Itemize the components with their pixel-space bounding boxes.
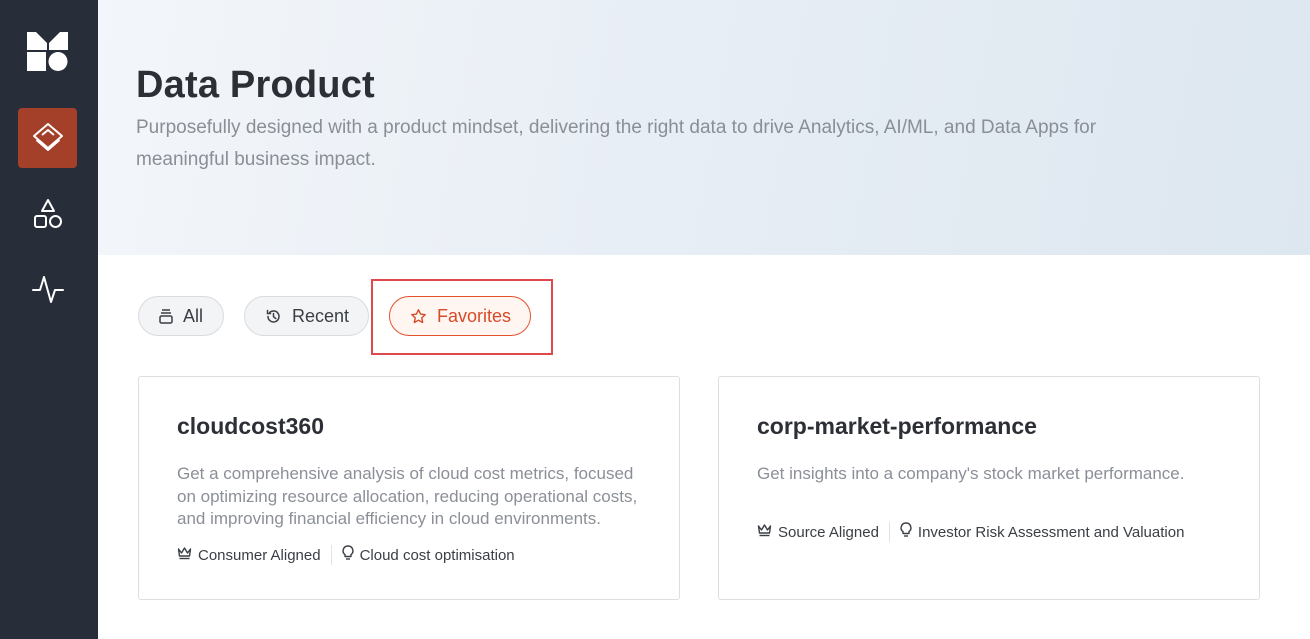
sidebar-item-observability[interactable] bbox=[18, 259, 77, 319]
tag-divider bbox=[330, 545, 332, 565]
history-icon bbox=[265, 308, 282, 325]
alignment-tag: Consumer Aligned bbox=[177, 546, 321, 564]
page-subtitle: Purposefully designed with a product min… bbox=[136, 117, 1097, 170]
alignment-tag: Source Aligned bbox=[757, 523, 879, 541]
favorites-highlight-box bbox=[371, 279, 553, 355]
sidebar-item-data-products[interactable] bbox=[18, 108, 77, 168]
product-card[interactable]: corp-market-performance Get insights int… bbox=[718, 376, 1260, 600]
product-name: cloudcost360 bbox=[177, 413, 324, 439]
page-header: Data Product Purposefully designed with … bbox=[98, 0, 1310, 255]
sidebar bbox=[0, 0, 98, 639]
lightbulb-icon bbox=[900, 522, 912, 542]
filter-all-label: All bbox=[183, 305, 204, 326]
page-title: Data Product bbox=[136, 64, 375, 106]
tag-divider bbox=[888, 522, 890, 542]
product-card[interactable]: cloudcost360 Get a comprehensive analysi… bbox=[138, 376, 680, 600]
use-case-tag: Investor Risk Assessment and Valuation bbox=[900, 522, 1185, 542]
activity-icon bbox=[31, 272, 65, 306]
shapes-icon bbox=[32, 197, 64, 231]
product-tags: Source Aligned Investor Risk Assessment … bbox=[757, 522, 1184, 542]
product-tags: Consumer Aligned Cloud cost optimisation bbox=[177, 545, 515, 565]
stack-icon bbox=[159, 308, 173, 324]
alignment-label: Source Aligned bbox=[778, 523, 879, 541]
use-case-tag: Cloud cost optimisation bbox=[342, 545, 515, 565]
product-description: Get a comprehensive analysis of cloud co… bbox=[177, 464, 638, 528]
filter-all-button[interactable]: All bbox=[138, 296, 224, 336]
product-description: Get insights into a company's stock mark… bbox=[757, 464, 1185, 483]
filter-recent-label: Recent bbox=[292, 305, 350, 326]
layers-icon bbox=[31, 121, 65, 155]
alignment-label: Consumer Aligned bbox=[198, 546, 321, 564]
use-case-label: Cloud cost optimisation bbox=[359, 546, 515, 564]
lightbulb-icon bbox=[342, 545, 354, 565]
use-case-label: Investor Risk Assessment and Valuation bbox=[917, 523, 1185, 541]
sidebar-item-catalog[interactable] bbox=[18, 184, 77, 244]
crown-icon bbox=[177, 546, 192, 564]
crown-icon bbox=[757, 523, 772, 541]
product-name: corp-market-performance bbox=[757, 413, 1037, 439]
brand-logo[interactable] bbox=[26, 30, 70, 72]
filter-recent-button[interactable]: Recent bbox=[244, 296, 369, 336]
